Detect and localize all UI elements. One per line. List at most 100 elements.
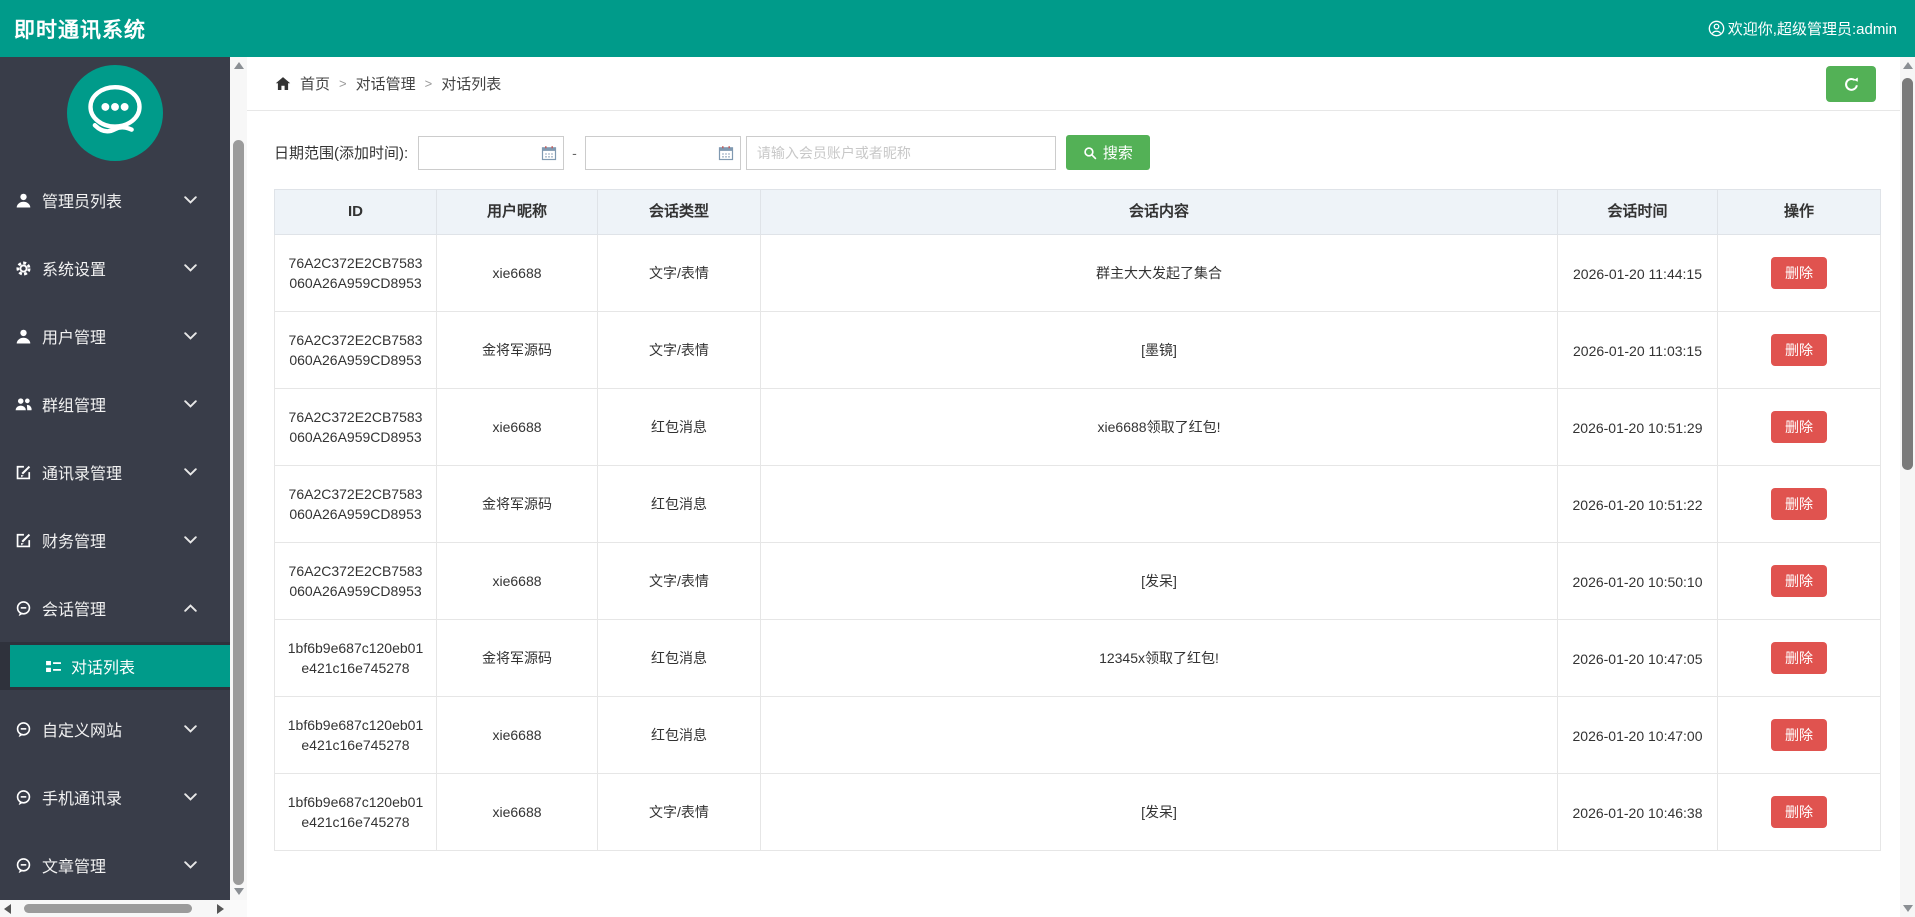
delete-button[interactable]: 删除	[1771, 334, 1827, 366]
table-row: 1bf6b9e687c120eb01e421c16e745278 xie6688…	[274, 773, 1881, 851]
content-vertical-scrollbar[interactable]	[230, 57, 247, 917]
breadcrumb: 首页 > 对话管理 > 对话列表	[275, 73, 501, 94]
delete-button[interactable]: 删除	[1771, 411, 1827, 443]
date-end-input[interactable]	[584, 135, 741, 170]
sidebar-item-user-management[interactable]: 用户管理	[0, 302, 230, 370]
chevron-down-icon	[184, 536, 197, 544]
page-vertical-scrollbar[interactable]	[1900, 57, 1915, 917]
sidebar-item-session-management[interactable]: 会话管理	[0, 574, 230, 642]
cell-nickname: 金将军源码	[436, 465, 598, 543]
main-content: 首页 > 对话管理 > 对话列表 日期范围(添加时间): - 请输入会员账户或者…	[247, 57, 1900, 917]
delete-button[interactable]: 删除	[1771, 488, 1827, 520]
sidebar-item-phone-contacts[interactable]: 手机通讯录	[0, 763, 230, 831]
scroll-down-arrow-icon[interactable]	[234, 888, 244, 895]
sidebar-item-article-management[interactable]: 文章管理	[0, 831, 230, 899]
refresh-icon	[1843, 76, 1860, 93]
sidebar: 管理员列表 系统设置 用户管理 群组管理 通讯录管理 财务管理 会话管理 对话列…	[0, 57, 230, 917]
chevron-down-icon	[184, 196, 197, 204]
sidebar-item-label: 通讯录管理	[42, 466, 123, 483]
horizontal-scrollbar-thumb[interactable]	[24, 904, 192, 913]
cell-time: 2026-01-20 10:47:05	[1572, 650, 1703, 667]
home-icon	[275, 76, 291, 92]
chevron-down-icon	[184, 332, 197, 340]
column-header-type: 会话类型	[597, 189, 761, 235]
search-button-label: 搜索	[1102, 145, 1133, 162]
sidebar-item-label: 管理员列表	[42, 194, 123, 211]
comment-icon	[15, 721, 32, 738]
cell-time: 2026-01-20 10:47:00	[1572, 727, 1703, 744]
delete-button[interactable]: 删除	[1771, 257, 1827, 289]
breadcrumb-bar: 首页 > 对话管理 > 对话列表	[247, 57, 1900, 111]
chevron-down-icon	[184, 400, 197, 408]
breadcrumb-session-management[interactable]: 对话管理	[356, 73, 416, 94]
scroll-up-arrow-icon[interactable]	[234, 62, 244, 69]
delete-button[interactable]: 删除	[1771, 565, 1827, 597]
scrollbar-corner	[230, 900, 247, 917]
sidebar-item-label: 用户管理	[42, 330, 107, 347]
breadcrumb-home[interactable]: 首页	[300, 73, 330, 94]
cell-nickname: xie6688	[436, 542, 598, 620]
sidebar-item-label: 会话管理	[42, 602, 107, 619]
cell-nickname: 金将军源码	[436, 619, 598, 697]
cell-id: 76A2C372E2CB7583060A26A959CD8953	[288, 255, 423, 291]
breadcrumb-separator: >	[339, 76, 347, 91]
scroll-up-arrow-icon[interactable]	[1903, 62, 1913, 69]
sidebar-item-admin-list[interactable]: 管理员列表	[0, 166, 230, 234]
cell-type: 红包消息	[597, 465, 761, 543]
table-row: 76A2C372E2CB7583060A26A959CD8953 金将军源码 文…	[274, 311, 1881, 389]
delete-button[interactable]: 删除	[1771, 642, 1827, 674]
session-submenu: 对话列表	[0, 642, 230, 690]
sidebar-item-label: 系统设置	[42, 262, 107, 279]
table-row: 76A2C372E2CB7583060A26A959CD8953 金将军源码 红…	[274, 465, 1881, 543]
scroll-down-arrow-icon[interactable]	[1903, 905, 1913, 912]
date-range-label: 日期范围(添加时间):	[274, 145, 409, 162]
cell-id: 76A2C372E2CB7583060A26A959CD8953	[288, 486, 423, 522]
sidebar-item-custom-website[interactable]: 自定义网站	[0, 695, 230, 763]
edit-icon	[15, 532, 32, 549]
sidebar-nav: 管理员列表 系统设置 用户管理 群组管理 通讯录管理 财务管理 会话管理 对话列…	[0, 166, 230, 899]
cell-content: 12345x领取了红包!	[760, 619, 1558, 697]
keyword-search-input[interactable]	[745, 135, 1056, 170]
sidebar-subitem-label: 对话列表	[71, 660, 136, 677]
vertical-scrollbar-thumb[interactable]	[233, 140, 244, 885]
search-icon	[1083, 146, 1097, 160]
sidebar-item-system-settings[interactable]: 系统设置	[0, 234, 230, 302]
cell-content: xie6688领取了红包!	[760, 388, 1558, 466]
date-start-input[interactable]	[418, 135, 565, 170]
sidebar-subitem-dialog-list-active[interactable]: 对话列表	[10, 645, 230, 687]
vertical-scrollbar-thumb[interactable]	[1902, 78, 1913, 470]
comment-icon	[15, 600, 32, 617]
calendar-icon	[541, 145, 557, 161]
refresh-button[interactable]	[1826, 66, 1876, 102]
cell-content: [墨镜]	[760, 311, 1558, 389]
conversation-table: ID 用户昵称 会话类型 会话内容 会话时间 操作 76A2C372E2CB75…	[274, 189, 1881, 851]
sidebar-item-label: 自定义网站	[42, 723, 123, 740]
cell-time: 2026-01-20 10:51:29	[1572, 419, 1703, 436]
search-button[interactable]: 搜索	[1065, 135, 1150, 170]
cell-type: 文字/表情	[597, 542, 761, 620]
cell-content	[760, 465, 1558, 543]
column-header-actions: 操作	[1717, 189, 1881, 235]
sidebar-item-label: 财务管理	[42, 534, 107, 551]
table-row: 76A2C372E2CB7583060A26A959CD8953 xie6688…	[274, 234, 1881, 312]
app-logo	[67, 65, 163, 161]
sidebar-item-finance-management[interactable]: 财务管理	[0, 506, 230, 574]
delete-button[interactable]: 删除	[1771, 796, 1827, 828]
list-icon	[45, 658, 62, 675]
sidebar-horizontal-scrollbar[interactable]	[0, 900, 230, 917]
cell-time: 2026-01-20 11:03:15	[1573, 342, 1702, 359]
scroll-left-arrow-icon[interactable]	[4, 904, 11, 914]
filter-bar: 日期范围(添加时间): - 搜索	[274, 135, 1880, 170]
chevron-down-icon	[184, 725, 197, 733]
cell-nickname: xie6688	[436, 388, 598, 466]
chevron-down-icon	[184, 793, 197, 801]
cell-type: 红包消息	[597, 619, 761, 697]
sidebar-item-group-management[interactable]: 群组管理	[0, 370, 230, 438]
cell-nickname: xie6688	[436, 773, 598, 851]
delete-button[interactable]: 删除	[1771, 719, 1827, 751]
table-row: 76A2C372E2CB7583060A26A959CD8953 xie6688…	[274, 542, 1881, 620]
scroll-right-arrow-icon[interactable]	[217, 904, 224, 914]
cell-content: [发呆]	[760, 542, 1558, 620]
cell-id: 1bf6b9e687c120eb01e421c16e745278	[287, 794, 424, 830]
sidebar-item-contacts-management[interactable]: 通讯录管理	[0, 438, 230, 506]
